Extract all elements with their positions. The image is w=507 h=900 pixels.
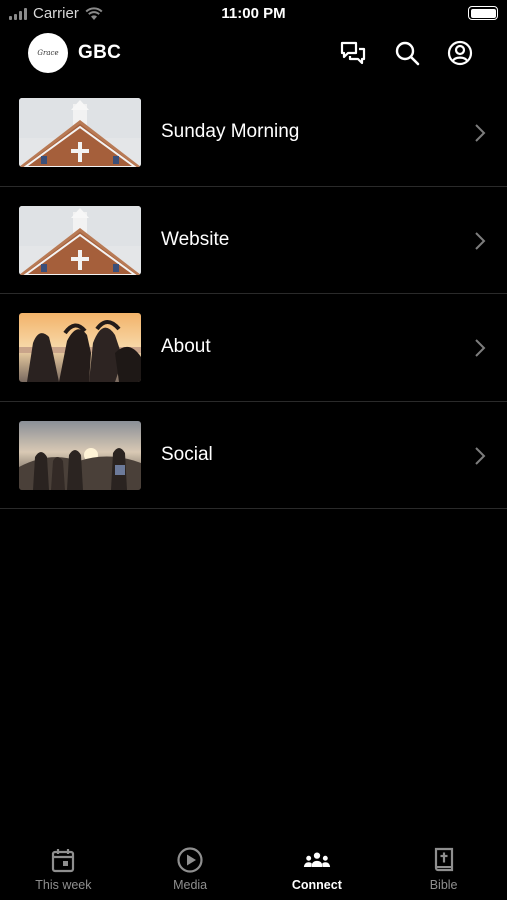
- list-item-label: About: [161, 336, 211, 357]
- chevron-right-icon: [475, 231, 486, 250]
- church-thumbnail: [19, 205, 141, 275]
- app-header: Grace GBC: [0, 30, 507, 76]
- status-time: 11:00 PM: [221, 5, 286, 22]
- tab-media[interactable]: Media: [127, 838, 254, 900]
- tab-bible[interactable]: Bible: [380, 838, 507, 900]
- list-item[interactable]: Social: [0, 402, 507, 509]
- chevron-right-icon: [475, 446, 486, 465]
- friends-hills-thumbnail: [19, 420, 141, 490]
- tab-label: Bible: [429, 878, 458, 892]
- tab-label: Connect: [291, 878, 342, 892]
- list-item[interactable]: Website: [0, 187, 507, 294]
- chevron-right-icon: [475, 339, 486, 357]
- chat-bubbles-icon: [340, 41, 366, 65]
- tab-this-week[interactable]: This week: [0, 838, 127, 900]
- search-button[interactable]: [392, 38, 422, 68]
- tab-bar: This week Media Connect Bible: [0, 838, 507, 900]
- bible-icon: [434, 847, 453, 872]
- chevron-right-icon: [475, 124, 486, 142]
- app-logo[interactable]: Grace: [28, 33, 68, 73]
- play-circle-icon: [177, 847, 203, 873]
- messages-button[interactable]: [338, 38, 368, 68]
- battery-icon: [468, 6, 498, 20]
- calendar-icon: [52, 849, 75, 873]
- list-item-label: Sunday Morning: [161, 121, 300, 142]
- tab-connect[interactable]: Connect: [254, 838, 381, 900]
- list-item[interactable]: Sunday Morning: [0, 79, 507, 187]
- app-title: GBC: [78, 42, 122, 63]
- status-bar: Carrier 11:00 PM: [0, 0, 507, 28]
- account-icon: [447, 40, 473, 66]
- list-item-label: Social: [161, 443, 213, 465]
- list-item[interactable]: About: [0, 294, 507, 402]
- people-icon: [303, 852, 330, 867]
- list-item-label: Website: [161, 228, 230, 250]
- friends-sunset-thumbnail: [19, 313, 141, 382]
- church-thumbnail: [19, 98, 141, 167]
- tab-label: This week: [35, 878, 92, 892]
- search-icon: [395, 41, 420, 66]
- profile-button[interactable]: [445, 38, 475, 68]
- connect-list: Sunday Morning Website About Social: [0, 79, 507, 509]
- tab-label: Media: [173, 878, 208, 892]
- logo-mark: Grace: [37, 49, 59, 57]
